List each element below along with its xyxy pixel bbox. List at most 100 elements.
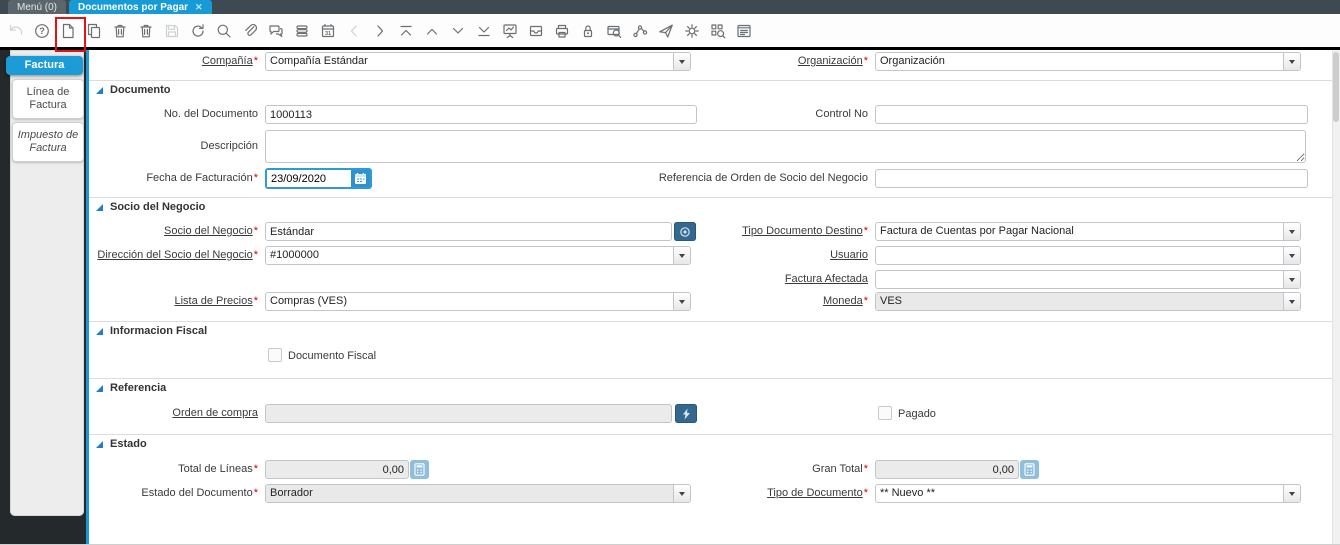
copy-record-icon[interactable] [84,20,103,41]
pagado-label: Pagado [898,408,936,420]
section-documento-title: Documento [110,84,171,96]
lock-icon[interactable] [578,20,597,41]
chevron-down-icon[interactable] [1283,53,1300,70]
section-estado-header[interactable]: Estado [96,438,147,450]
documento-fiscal-checkbox[interactable] [268,348,282,362]
window-report-icon[interactable] [734,20,753,41]
referencia-orden-input[interactable] [875,169,1308,188]
control-no-input[interactable] [875,105,1308,124]
close-icon[interactable]: ✕ [195,2,203,13]
move-down-icon[interactable] [448,20,467,41]
chat-icon[interactable] [266,20,285,41]
usuario-select[interactable] [875,246,1301,265]
report-icon[interactable] [500,20,519,41]
chevron-down-icon[interactable] [1283,271,1300,288]
fecha-facturacion-input[interactable] [267,170,351,187]
tab-documentos-label: Documentos por Pagar [78,1,189,13]
socio-negocio-label: Socio del Negocio* [164,225,258,237]
settings-icon[interactable] [682,20,701,41]
factura-afectada-select[interactable] [875,270,1301,289]
last-record-icon[interactable] [474,20,493,41]
tab-menu[interactable]: Menú (0) [8,0,67,14]
gran-total-input[interactable] [875,460,1019,479]
send-icon[interactable] [656,20,675,41]
help-icon[interactable]: ? [32,20,51,41]
chevron-right-icon[interactable] [370,20,389,41]
no-documento-label: No. del Documento [163,108,258,120]
section-referencia-header[interactable]: Referencia [96,382,166,394]
usuario-label: Usuario [830,249,868,261]
factura-afectada-value [876,271,1283,288]
section-socio-header[interactable]: Socio del Negocio [96,201,205,213]
sidebar-divider [86,50,89,544]
total-lineas-input[interactable] [265,460,409,479]
pagado-checkbox[interactable] [878,406,892,420]
workflow-icon[interactable] [630,20,649,41]
estado-documento-label: Estado del Documento* [141,487,258,499]
sidebar-tab-impuesto-label: Impuesto de Factura [17,129,79,154]
orden-compra-zoom-button[interactable] [675,404,697,423]
descripcion-textarea[interactable] [265,130,1306,163]
print-preview-icon[interactable] [604,20,623,41]
section-documento-header[interactable]: Documento [96,84,171,96]
section-socio-title: Socio del Negocio [110,201,206,213]
section-estado-title: Estado [110,438,147,450]
organizacion-value: Organización [880,55,945,67]
total-lineas-calc-button[interactable] [410,460,429,479]
documento-fiscal-label: Documento Fiscal [288,350,377,362]
tipo-documento-select[interactable]: ** Nuevo ** [875,484,1301,503]
calendar-button[interactable] [351,170,370,187]
referencia-orden-label: Referencia de Orden de Socio del Negocio [658,172,868,184]
tipo-documento-label: Tipo de Documento* [767,487,868,499]
calendar-icon[interactable]: 31 [318,20,337,41]
grid-toggle-icon[interactable] [292,20,311,41]
section-divider [89,80,1332,81]
tab-menu-label: Menú (0) [17,1,58,13]
sidebar-tab-impuesto-de-factura[interactable]: Impuesto de Factura [12,122,84,162]
organizacion-select[interactable]: Organización [875,52,1301,71]
orden-compra-label: Orden de compra [172,407,258,419]
descripcion-label: Descripción [200,140,258,152]
attachment-icon[interactable] [240,20,259,41]
moneda-label: Moneda* [822,295,868,307]
sidebar-tab-linea-label: Línea de Factura [26,86,70,111]
total-lineas-label: Total de Líneas* [178,463,258,475]
scrollbar-thumb[interactable] [1333,52,1339,122]
section-collapse-icon [96,86,103,94]
tipo-doc-destino-select[interactable]: Factura de Cuentas por Pagar Nacional [875,222,1301,241]
print-icon[interactable] [552,20,571,41]
archive-icon[interactable] [526,20,545,41]
qr-scan-icon[interactable] [708,20,727,41]
section-divider [89,197,1332,198]
first-record-icon[interactable] [396,20,415,41]
chevron-left-icon [344,20,363,41]
section-collapse-icon [96,384,103,392]
section-collapse-icon [96,203,103,211]
moneda-select[interactable]: VES [875,292,1301,311]
delete-selection-icon[interactable] [136,20,155,41]
chevron-down-icon[interactable] [1283,293,1300,310]
section-info-fiscal-header[interactable]: Informacion Fiscal [96,325,207,337]
direccion-socio-label: Dirección del Socio del Negocio* [97,249,258,261]
chevron-down-icon[interactable] [1283,485,1300,502]
orden-compra-input[interactable] [265,404,672,423]
delete-record-icon[interactable] [110,20,129,41]
documentos-por-pagar-window: Menú (0) Documentos por Pagar ✕ ? 31 Fact… [0,0,1340,545]
chevron-down-icon[interactable] [1283,223,1300,240]
tab-documentos-por-pagar[interactable]: Documentos por Pagar ✕ [69,0,212,14]
section-divider [89,434,1332,435]
move-up-icon[interactable] [422,20,441,41]
refresh-icon[interactable] [188,20,207,41]
bolt-icon [682,408,690,419]
new-record-highlight-box [55,17,86,52]
gran-total-calc-button[interactable] [1020,460,1039,479]
find-icon[interactable] [214,20,233,41]
vertical-scrollbar[interactable] [1332,50,1340,544]
calendar-icon [355,173,366,184]
svg-text:?: ? [39,26,45,36]
sidebar-tab-linea-de-factura[interactable]: Línea de Factura [12,79,84,119]
sidebar-tab-factura[interactable]: Factura [6,56,83,75]
lista-precios-label: Lista de Precios* [174,295,258,307]
factura-afectada-label: Factura Afectada [784,273,868,285]
chevron-down-icon[interactable] [1283,247,1300,264]
